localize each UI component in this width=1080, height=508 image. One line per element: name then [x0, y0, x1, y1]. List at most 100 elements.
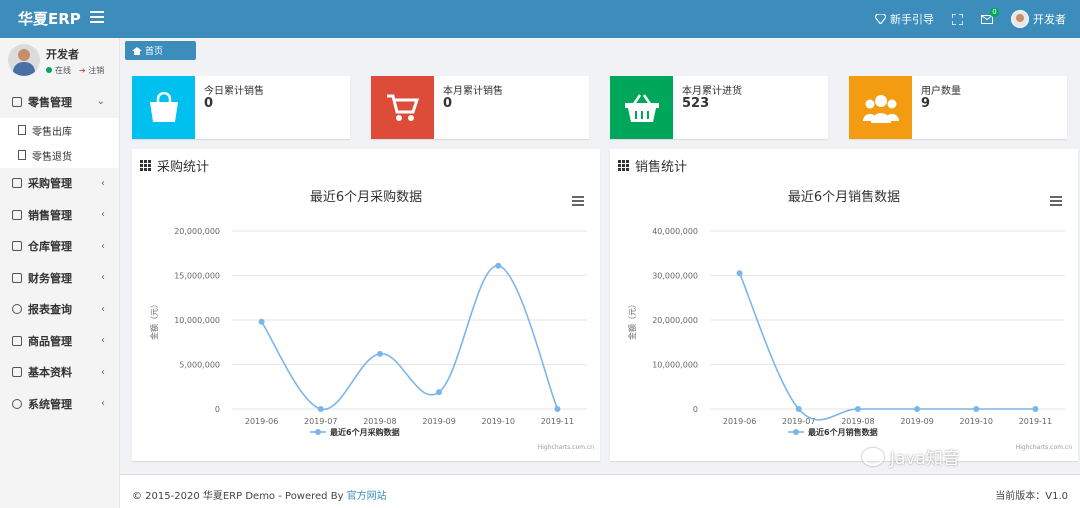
sidebar: 开发者 在线 ➔ 注销 零售管理 ⌄ 零售出库 零售退货 采购管理 ‹ 销售管理 ‹ … [0, 38, 120, 508]
data-point [1032, 406, 1039, 412]
user-avatar [8, 44, 40, 76]
info-box-label: 用户数量 [921, 86, 961, 97]
logout-link[interactable]: ➔ 注销 [79, 65, 104, 76]
diamond-icon [875, 14, 886, 24]
expand-icon [952, 13, 963, 25]
gift-icon [12, 96, 22, 107]
logout-icon: ➔ [79, 66, 86, 75]
sidebar-item-warehouse[interactable]: 仓库管理 ‹ [0, 231, 119, 263]
sidebar-item-products[interactable]: 商品管理 ‹ [0, 325, 119, 357]
info-box-month-purchase: 本月累计进货 523 [610, 76, 828, 139]
sidebar-subitem-retail-return[interactable]: 零售退货 [0, 142, 119, 168]
y-tick-label: 10,000,000 [652, 361, 698, 370]
top-navbar: 华夏ERP 新手引导 0 开发者 [0, 0, 1080, 38]
briefcase-icon [12, 209, 22, 220]
sidebar-item-basic-data[interactable]: 基本资料 ‹ [0, 357, 119, 389]
chart-credits: Highcharts.com.cn [538, 444, 594, 451]
footer: © 2015-2020 华夏ERP Demo - Powered By 官方网站… [120, 474, 1080, 508]
panel-header: 销售统计 [618, 156, 687, 175]
legend-marker [793, 429, 799, 435]
sidebar-item-purchase[interactable]: 采购管理 ‹ [0, 168, 119, 200]
info-box-label: 本月累计销售 [443, 86, 503, 97]
sidebar-item-retail[interactable]: 零售管理 ⌄ [0, 86, 119, 118]
version-label: 当前版本：V1.0 [995, 491, 1068, 502]
info-box-month-sales: 本月累计销售 0 [371, 76, 589, 139]
y-tick-label: 20,000,000 [652, 316, 698, 325]
home-icon [132, 46, 142, 55]
info-box-value: 9 [921, 96, 931, 111]
sidebar-item-label: 采购管理 [28, 177, 72, 191]
guide-link[interactable]: 新手引导 [875, 11, 934, 27]
sidebar-item-sales[interactable]: 销售管理 ‹ [0, 199, 119, 231]
user-name: 开发者 [1033, 13, 1066, 26]
series-line [738, 272, 1036, 421]
y-tick-label: 30,000,000 [652, 272, 698, 281]
sidebar-item-label: 商品管理 [28, 334, 72, 348]
sidebar-item-label: 基本资料 [28, 366, 72, 380]
tab-home[interactable]: 首页 [125, 41, 196, 60]
official-site-link[interactable]: 官方网站 [347, 491, 387, 502]
chevron-left-icon: ‹ [101, 398, 105, 409]
sidebar-item-label: 零售管理 [28, 95, 72, 109]
monitor-icon [12, 178, 22, 189]
legend-marker [315, 429, 321, 435]
user-status: 在线 ➔ 注销 [46, 65, 104, 76]
tab-home-label: 首页 [145, 47, 164, 57]
footer-copyright: © 2015-2020 华夏ERP Demo - Powered By 官方网站 [132, 487, 387, 502]
subitem-label: 零售出库 [32, 126, 72, 138]
file-icon [18, 150, 26, 160]
shopping-cart-icon [371, 76, 434, 139]
watermark: Java知音 [862, 444, 960, 469]
series-line [260, 264, 559, 410]
clock-icon [12, 304, 22, 315]
gear-icon [12, 398, 22, 409]
chevron-left-icon: ‹ [101, 335, 105, 346]
sales-chart: 最近6个月销售数据 0 10,000,000 20,000,000 30,000,000… [627, 189, 1072, 451]
chevron-left-icon: ‹ [101, 303, 105, 315]
data-point [376, 350, 383, 357]
layers-icon [12, 241, 22, 252]
mail-badge: 0 [990, 7, 999, 17]
user-menu[interactable]: 开发者 [1011, 10, 1066, 28]
dropbox-icon [12, 335, 22, 346]
chevron-down-icon: ⌄ [96, 96, 105, 107]
sidebar-subitem-retail-out[interactable]: 零售出库 [0, 117, 119, 143]
data-point [736, 270, 743, 277]
legend-label: 最近6个月销售数据 [808, 427, 878, 437]
sidebar-toggle-icon[interactable] [90, 11, 104, 25]
sidebar-item-reports[interactable]: 报表查询 ‹ [0, 294, 119, 326]
data-point [258, 318, 265, 325]
y-axis-label: 金额（元） [149, 300, 159, 340]
info-box-today-sales: 今日累计销售 0 [132, 76, 350, 139]
info-box-value: 0 [204, 96, 214, 111]
subitem-label: 零售退货 [32, 151, 72, 163]
sidebar-item-label: 仓库管理 [28, 240, 72, 254]
purchase-stats-panel: 采购统计 最近6个月采购数据 0 5,000,000 10,000,000 15,000… [132, 149, 600, 461]
x-tick-label: 2019-10 [482, 417, 515, 426]
sidebar-item-label: 报表查询 [28, 303, 72, 317]
chart-title: 最近6个月销售数据 [788, 189, 900, 205]
legend-label: 最近6个月采购数据 [330, 427, 400, 437]
users-icon [849, 76, 912, 139]
sidebar-item-label: 系统管理 [28, 397, 72, 411]
th-icon [618, 160, 629, 171]
user-panel-name: 开发者 [46, 48, 79, 61]
file-icon [18, 125, 26, 135]
x-tick-label: 2019-06 [245, 417, 278, 426]
x-tick-label: 2019-07 [304, 417, 337, 426]
y-axis-label: 金额（元） [627, 300, 637, 340]
fullscreen-button[interactable] [952, 13, 963, 25]
y-tick-label: 0 [215, 405, 220, 414]
grid-icon [12, 367, 22, 378]
user-panel: 开发者 在线 ➔ 注销 [0, 38, 119, 86]
info-box-value: 523 [682, 96, 710, 111]
sidebar-item-finance[interactable]: 财务管理 ‹ [0, 262, 119, 294]
y-tick-label: 15,000,000 [174, 272, 220, 281]
chevron-left-icon: ‹ [101, 240, 105, 252]
x-tick-label: 2019-08 [363, 417, 396, 426]
messages-button[interactable]: 0 [981, 7, 999, 24]
panel-header: 采购统计 [140, 156, 209, 175]
y-tick-label: 0 [693, 405, 698, 414]
sidebar-item-system[interactable]: 系统管理 ‹ [0, 388, 119, 420]
sidebar-item-label: 销售管理 [28, 208, 72, 222]
